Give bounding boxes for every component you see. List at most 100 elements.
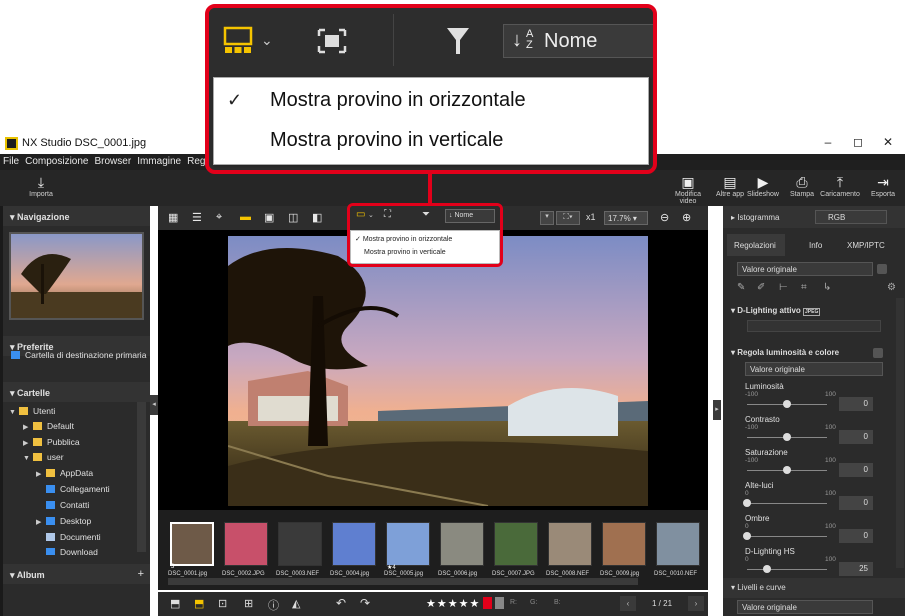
list-view-icon[interactable]: ☰ <box>192 211 202 224</box>
chevron-down-icon[interactable]: ⌄ <box>368 211 374 219</box>
display-dropdown[interactable]: ▾ <box>540 211 554 225</box>
option-vertical[interactable]: Mostra provino in verticale <box>215 124 647 158</box>
chevron-down-icon[interactable]: ⌄ <box>261 32 273 49</box>
slider-value[interactable]: 25 <box>839 562 873 576</box>
filter-icon[interactable]: ⏷ <box>422 209 430 220</box>
info-icon[interactable]: ⓘ <box>268 597 279 613</box>
tree-item-documenti[interactable]: Documenti <box>46 532 101 542</box>
split-view-icon[interactable]: ◧ <box>312 211 322 224</box>
zoom-in-icon[interactable]: ⊕ <box>682 211 691 224</box>
filmstrip-scrollbar[interactable] <box>168 578 638 585</box>
image-viewer[interactable] <box>158 230 708 510</box>
histogram-header[interactable]: ▸ Istogramma RGB <box>723 206 905 228</box>
slideshow-button[interactable]: ▶ Slideshow <box>746 173 780 198</box>
dlighting-select[interactable] <box>747 320 881 332</box>
filmstrip-thumbnail[interactable] <box>440 522 484 566</box>
altre-app-button[interactable]: ▤ Altre app <box>713 173 747 198</box>
stampa-button[interactable]: ⎙ Stampa <box>785 173 819 198</box>
minimize-button[interactable]: – <box>816 135 840 152</box>
filmstrip-thumbnail[interactable] <box>494 522 538 566</box>
fit-screen-button[interactable]: ⛶▾ <box>556 211 580 225</box>
filmstrip-thumbnail[interactable] <box>170 522 214 566</box>
crop-icon[interactable]: ⌗ <box>801 282 807 293</box>
tree-item-default[interactable]: ▶ Default <box>23 421 74 431</box>
settings-icon[interactable]: ⚙ <box>887 282 896 293</box>
tab-info[interactable]: Info <box>809 241 822 250</box>
slider-knob[interactable] <box>743 499 751 507</box>
filmstrip-layout-icon[interactable]: ▭ <box>356 209 365 220</box>
grid-view-icon[interactable]: ▦ <box>168 211 178 224</box>
map-view-icon[interactable]: ⌖ <box>216 211 222 224</box>
brightness-toggle[interactable] <box>873 348 883 358</box>
levels-preset-select[interactable]: Valore originale <box>737 600 873 614</box>
slider-knob[interactable] <box>783 466 791 474</box>
tab-xmp-iptc[interactable]: XMP/IPTC <box>847 241 885 250</box>
filmstrip-thumbnail[interactable] <box>548 522 592 566</box>
rating-stars[interactable]: ★★★★★ <box>426 597 480 610</box>
brush-icon[interactable]: ✎ <box>737 282 745 293</box>
tab-regolazioni[interactable]: Regolazioni <box>727 234 785 256</box>
dlighting-header[interactable]: ▾ D-Lighting attivo JPEG <box>731 306 821 316</box>
slider-value[interactable]: 0 <box>839 529 873 543</box>
folders-header[interactable]: ▾ Cartelle <box>3 382 150 402</box>
label-gray[interactable] <box>495 597 504 609</box>
slider-value[interactable]: 0 <box>839 397 873 411</box>
filter-icon[interactable] <box>445 24 471 58</box>
filmstrip-view-icon[interactable]: ▬ <box>240 211 251 223</box>
menu-immagine[interactable]: Immagine <box>134 154 184 167</box>
maximize-button[interactable]: ◻ <box>846 135 870 152</box>
tree-scrollbar[interactable] <box>137 402 146 552</box>
level-icon[interactable]: ⊢ <box>779 282 788 293</box>
fullscreen-icon[interactable]: ⛶ <box>384 209 391 220</box>
tree-item-contatti[interactable]: Contatti <box>46 500 89 510</box>
filmstrip-thumbnail[interactable] <box>278 522 322 566</box>
album-header[interactable]: ▾ Album + <box>3 564 150 584</box>
stack-icon[interactable]: ⬒ <box>194 597 204 610</box>
brightness-header[interactable]: ▾ Regola luminosità e colore <box>731 348 839 357</box>
sort-select[interactable]: ↓ AZ Nome <box>503 24 653 58</box>
histogram-mode-select[interactable]: RGB <box>815 210 887 224</box>
filmstrip-thumbnail[interactable] <box>602 522 646 566</box>
histogram-icon[interactable]: ◭ <box>292 597 300 610</box>
zoom-multiplier[interactable]: x1 <box>586 212 596 222</box>
undo-icon[interactable]: ↶ <box>336 596 346 610</box>
favorite-item[interactable]: Cartella di destinazione primaria <box>11 350 146 360</box>
preset-select[interactable]: Valore originale <box>737 262 873 276</box>
full-view-icon[interactable]: ▣ <box>264 211 274 224</box>
close-button[interactable]: ✕ <box>876 135 900 152</box>
preset-toggle[interactable] <box>877 264 887 274</box>
tree-item-collegamenti[interactable]: Collegamenti <box>46 484 110 494</box>
table-icon[interactable]: ⊞ <box>244 597 253 610</box>
collapse-right-panel-button[interactable]: ▸ <box>713 400 721 420</box>
sort-select-small[interactable]: ↓ Nome <box>445 209 495 223</box>
collapse-left-panel-button[interactable]: ◂ <box>150 395 158 415</box>
tree-item-desktop[interactable]: ▶ Desktop <box>36 516 91 526</box>
label-red[interactable] <box>483 597 492 609</box>
slider-value[interactable]: 0 <box>839 463 873 477</box>
redo-icon[interactable]: ↷ <box>360 596 370 610</box>
slider-knob[interactable] <box>783 400 791 408</box>
slider-knob[interactable] <box>763 565 771 573</box>
filmstrip-thumbnail[interactable] <box>224 522 268 566</box>
filmstrip-thumbnail[interactable] <box>656 522 700 566</box>
filmstrip-thumbnail[interactable] <box>386 522 430 566</box>
caricamento-button[interactable]: ⤒ Caricamento <box>819 173 861 198</box>
fullscreen-icon[interactable] <box>317 28 347 54</box>
slider-knob[interactable] <box>743 532 751 540</box>
filmstrip-layout-icon[interactable] <box>223 26 253 56</box>
small-option-vertical[interactable]: Mostra provino in verticale <box>364 249 446 256</box>
filmstrip-thumbnail[interactable] <box>332 522 376 566</box>
esporta-button[interactable]: ⇥ Esporta <box>866 173 900 198</box>
import-button[interactable]: ⤓ Importa <box>24 173 58 198</box>
slider-knob[interactable] <box>783 433 791 441</box>
levels-header[interactable]: ▾ Livelli e curve <box>723 578 905 598</box>
next-image-button[interactable]: › <box>688 596 704 611</box>
navigation-header[interactable]: ▾ Navigazione <box>3 206 150 226</box>
prev-image-button[interactable]: ‹ <box>620 596 636 611</box>
small-option-horizontal[interactable]: ✓ Mostra provino in orizzontale <box>355 235 452 243</box>
metadata-icon[interactable]: ⊡ <box>218 597 227 610</box>
zoom-out-icon[interactable]: ⊖ <box>660 211 669 224</box>
tree-item-download[interactable]: Download <box>46 547 98 555</box>
slider-value[interactable]: 0 <box>839 430 873 444</box>
right-scrollbar[interactable] <box>896 298 904 568</box>
